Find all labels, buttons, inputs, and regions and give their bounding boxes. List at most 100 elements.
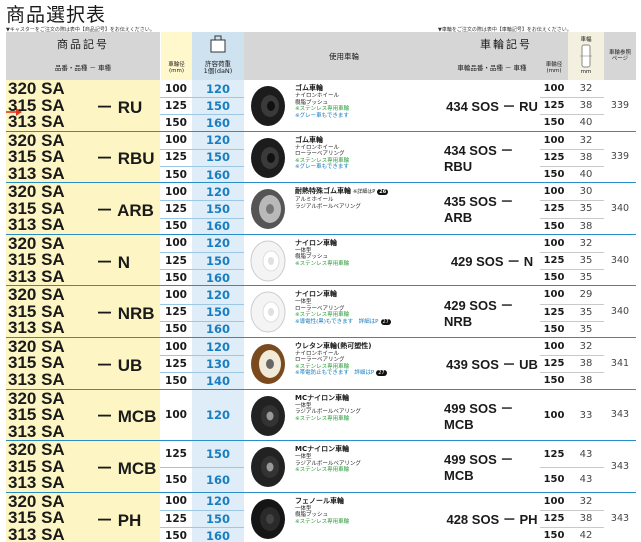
row-divider — [540, 303, 604, 305]
wheel-type-label: MCナイロン車輪 — [295, 393, 350, 402]
reference-page[interactable]: 343 — [604, 441, 636, 492]
wheel-spec-text: ローラーベアリング — [295, 305, 345, 312]
reference-page[interactable]: 341 — [604, 338, 636, 389]
allowable-load: 160 — [205, 528, 230, 542]
product-variant-suffix: － MCB — [96, 407, 157, 427]
wheel-diameter: 100 — [165, 340, 187, 353]
row-divider — [540, 148, 604, 150]
wheel-code-diameter: 150 — [543, 530, 565, 542]
page-ref-badge[interactable]: 27 — [380, 318, 391, 325]
wheel-code: 434 SOS － RU — [446, 98, 538, 114]
reference-page[interactable]: 343 — [604, 390, 636, 441]
row-divider — [540, 269, 604, 271]
product-variant-suffix: － RBU — [96, 149, 155, 169]
row-divider — [160, 269, 244, 271]
header-width-unit: mm — [580, 69, 592, 75]
wheel-spec-text: ローラーベアリング — [295, 357, 345, 364]
wheel-code: 428 SOS － PH — [446, 511, 538, 527]
wheel-spec-text: ※ステンレス専用車輪 — [295, 467, 350, 474]
wheel-type-name: 耐熱特殊ゴム車輪 ※詳細はP 26 — [295, 187, 445, 197]
reference-page[interactable]: 340 — [604, 183, 636, 234]
wheel-description: ナイロン車輪 一体型 ローラーベアリング ※ステンレス専用車輪 ※導電性(黒)もできます… — [295, 290, 445, 325]
phenol-wheel-image — [246, 497, 290, 541]
wheel-detail-note: ※詳細はP — [353, 189, 376, 196]
wheel-type-name: フェノール車輪 — [295, 497, 445, 506]
header-wheel-dia-icon-cell — [160, 32, 192, 56]
wheel-diameter: 100 — [165, 134, 187, 147]
wheel-spec-text: ラジアルボールベアリング — [295, 460, 361, 467]
row-divider — [160, 114, 244, 116]
wheel-spec-line: ※帯電防止もできます 詳細はP 27 — [295, 370, 445, 377]
wheel-spec-text: ※導電性(黒)もできます 詳細はP — [295, 318, 379, 325]
row-divider — [540, 114, 604, 116]
wheel-code-diameter: 125 — [543, 358, 565, 370]
table-row: 320 SA 315 SA 313 SA － MCB 100 120 MCナイロン車輪 一体型… — [6, 389, 636, 442]
wheel-code: 429 SOS － N — [450, 253, 534, 269]
wheel-code: 499 SOS － MCB — [444, 452, 514, 484]
page-ref-badge[interactable]: 27 — [376, 370, 387, 377]
header-wheel-used: 使用車輪 — [244, 32, 444, 80]
header-wheel-code: 車輪記号 — [444, 32, 568, 56]
wheel-diameter: 125 — [165, 254, 187, 267]
wheel-type-label: フェノール車輪 — [295, 496, 344, 505]
header-wheel-dia-cell: 車輪径 (mm) — [160, 56, 192, 80]
wheel-code-diameter: 100 — [543, 341, 565, 353]
table-header: 商品記号 品番・品種 － 車種 車輪径 (mm) 許容荷重 1個(daN) 使用… — [6, 32, 636, 80]
wheel-description: ナイロン車輪 一体型 樹脂ブッシュ ※ステンレス専用車輪 — [295, 239, 445, 268]
wheel-spec-text: ※グレー車もできます — [295, 164, 349, 171]
page-ref-badge[interactable]: 26 — [377, 189, 389, 196]
allowable-load: 120 — [205, 287, 230, 302]
wheel-code-diameter: 150 — [543, 474, 565, 486]
product-model-name: 313 SA — [8, 266, 65, 286]
header-width-cell: 車幅 mm — [568, 32, 604, 80]
wheel-type-label: ウレタン車輪(熱可塑性) — [295, 341, 372, 350]
product-models: 320 SA 315 SA 313 SA — [8, 235, 88, 286]
wheel-spec-text: ローラーベアリング — [295, 151, 345, 158]
wheel-spec-text: ※ステンレス専用車輪 — [295, 106, 350, 112]
wheel-diameter: 150 — [165, 220, 187, 233]
product-variant-suffix: － MCB — [96, 458, 157, 478]
wheel-spec-text: ※グレー車もできます — [295, 112, 349, 119]
table-row: 320 SA 315 SA 313 SA － PH 100 120 125 150 150 160… — [6, 492, 636, 542]
wheel-spec-text: 一体型 — [295, 247, 312, 254]
wheel-spec-text: ナイロンホイール — [295, 93, 340, 99]
wheel-type-name: ゴム車輪 — [295, 136, 445, 145]
wheel-type-label: ナイロン車輪 — [295, 290, 337, 299]
wheel-width: 29 — [579, 289, 593, 301]
wheel-spec-text: 一体型 — [295, 299, 312, 306]
header-wheel-dia2-cell: 車輪径 (mm) — [540, 56, 568, 80]
wheel-type-label: ナイロン車輪 — [295, 238, 337, 247]
table-row: 320 SA 315 SA 313 SA － N 100 120 125 150 150 160 ナ… — [6, 234, 636, 287]
header-product-sub: 品番・品種 － 車種 — [6, 56, 160, 80]
wheel-spec-line: ※ステンレス専用車輪 — [295, 416, 445, 423]
product-models: 320 SA 315 SA 313 SA — [8, 390, 88, 441]
wheel-spec-text: 樹脂ブッシュ — [295, 99, 329, 106]
white-wheel-image — [246, 290, 290, 334]
wheel-diameter: 100 — [165, 237, 187, 250]
allowable-load: 120 — [205, 184, 230, 199]
reference-page[interactable]: 343 — [604, 493, 636, 542]
reference-page[interactable]: 340 — [604, 286, 636, 337]
wheel-diameter: 150 — [165, 529, 187, 542]
reference-page[interactable]: 340 — [604, 235, 636, 286]
wheel-code: 434 SOS － RBU — [444, 142, 514, 174]
header-product-code: 商品記号 — [6, 32, 160, 56]
wheel-width: 43 — [579, 474, 593, 486]
wheel-width: 42 — [579, 530, 593, 542]
wheel-diameter: 125 — [165, 151, 187, 164]
allowable-load: 150 — [205, 305, 230, 320]
reference-page[interactable]: 339 — [604, 132, 636, 183]
allowable-load: 150 — [205, 447, 230, 462]
wheel-spec-line: ※ステンレス専用車輪 — [295, 261, 445, 268]
product-models: 320 SA 315 SA 313 SA — [8, 80, 88, 131]
wheel-width: 30 — [579, 186, 593, 198]
row-divider — [540, 217, 604, 219]
wheel-code-diameter: 125 — [543, 513, 565, 525]
allowable-load: 160 — [205, 167, 230, 182]
page-title: 商品選択表 — [6, 4, 107, 26]
wheel-description: 耐熱特殊ゴム車輪 ※詳細はP 26 アルミホイール ラジアルボールベアリング — [295, 187, 445, 210]
wheel-code-diameter: 100 — [543, 409, 565, 421]
row-divider — [540, 527, 604, 529]
reference-page[interactable]: 339 — [604, 80, 636, 131]
product-model-name: 313 SA — [8, 421, 65, 441]
